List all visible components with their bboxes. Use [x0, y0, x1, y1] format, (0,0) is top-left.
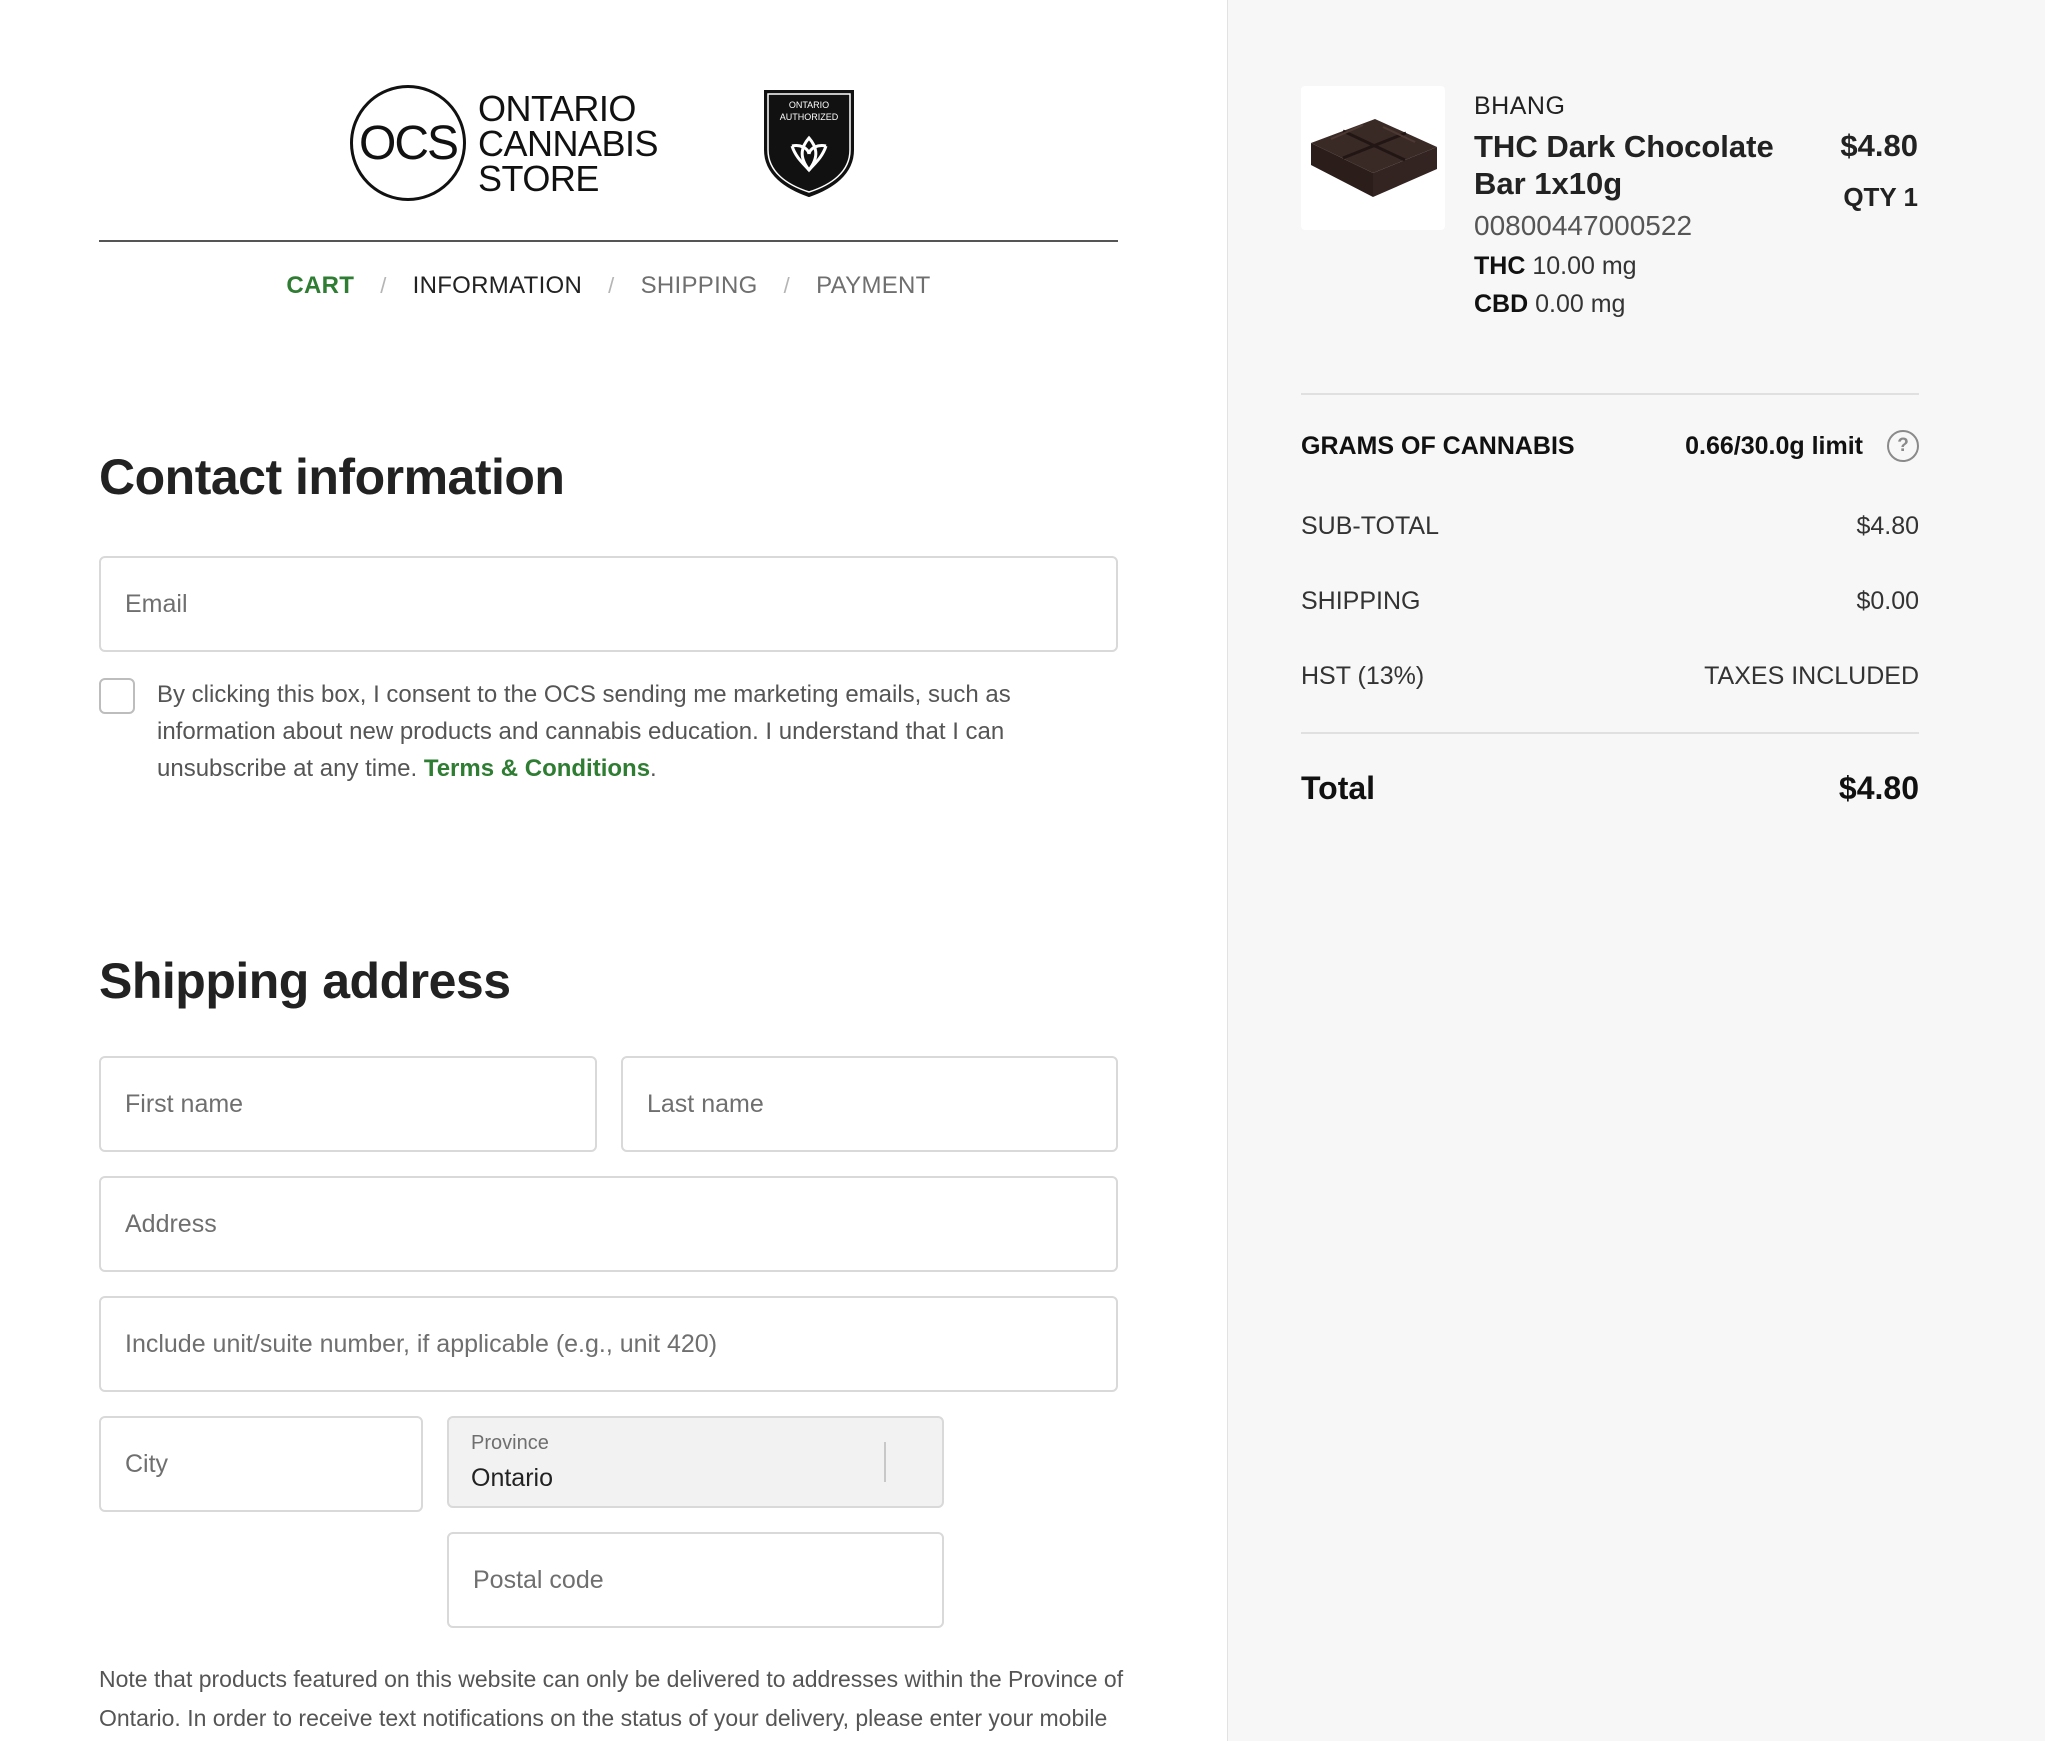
- checkout-form-column: OCS ONTARIO CANNABIS STORE ONTARIO AUTHO…: [0, 0, 1227, 1741]
- total-value: $4.80: [1838, 770, 1919, 806]
- product-price: $4.80: [1840, 128, 1918, 163]
- first-name-field[interactable]: [99, 1056, 597, 1152]
- product-brand: BHANG: [1474, 92, 1566, 120]
- ocs-logo-wordmark: ONTARIO CANNABIS STORE: [478, 87, 659, 199]
- province-value: Ontario: [471, 1464, 553, 1492]
- delivery-note: Note that products featured on this webs…: [99, 1666, 1124, 1731]
- ontario-authorized-badge: ONTARIO AUTHORIZED: [762, 88, 856, 198]
- hst-row: HST (13%) TAXES INCLUDED: [1301, 662, 1919, 691]
- logo-word-3: STORE: [478, 157, 599, 199]
- ocs-logo[interactable]: OCS ONTARIO CANNABIS STORE: [350, 84, 660, 202]
- first-name-input[interactable]: [125, 1089, 595, 1119]
- cbd-content: CBD 0.00 mg: [1474, 290, 1625, 319]
- total-row: Total $4.80: [1301, 770, 1919, 807]
- hst-label: HST (13%): [1301, 662, 1425, 690]
- product-image: [1301, 86, 1445, 230]
- grams-value: 0.66/30.0g limit: [1685, 431, 1863, 460]
- postal-code-input[interactable]: [473, 1565, 942, 1595]
- last-name-input[interactable]: [647, 1089, 1116, 1119]
- select-divider: [884, 1442, 886, 1482]
- logo-word-2: CANNABIS: [478, 122, 659, 164]
- shipping-row: SHIPPING $0.00: [1301, 587, 1919, 616]
- cbd-value: 0.00 mg: [1535, 290, 1626, 318]
- email-field[interactable]: [99, 556, 1118, 652]
- last-name-field[interactable]: [621, 1056, 1118, 1152]
- badge-line-2: AUTHORIZED: [780, 112, 839, 122]
- marketing-consent-checkbox[interactable]: [99, 678, 135, 714]
- consent-suffix: .: [650, 755, 657, 782]
- marketing-consent-text: By clicking this box, I consent to the O…: [157, 676, 1057, 787]
- grams-of-cannabis-row: GRAMS OF CANNABIS 0.66/30.0g limit ?: [1301, 430, 1919, 462]
- thc-content: THC 10.00 mg: [1474, 252, 1637, 281]
- product-quantity: QTY 1: [1843, 182, 1918, 212]
- terms-conditions-link[interactable]: Terms & Conditions: [424, 755, 650, 782]
- help-icon[interactable]: ?: [1887, 430, 1919, 462]
- order-summary-column: BHANG THC Dark Chocolate Bar 1x10g 00800…: [1227, 0, 2045, 1741]
- grams-limit: 0.66/30.0g limit ?: [1685, 430, 1919, 462]
- subtotal-label: SUB-TOTAL: [1301, 512, 1439, 540]
- breadcrumb-cart[interactable]: CART: [280, 272, 360, 300]
- breadcrumb-payment: PAYMENT: [816, 272, 931, 299]
- badge-line-1: ONTARIO: [789, 100, 829, 110]
- unit-input[interactable]: [125, 1329, 1116, 1359]
- breadcrumb-separator: /: [380, 273, 387, 298]
- unit-field[interactable]: [99, 1296, 1118, 1392]
- shipping-address-title: Shipping address: [99, 953, 511, 1009]
- thc-value: 10.00 mg: [1532, 252, 1637, 280]
- contact-information-title: Contact information: [99, 449, 565, 505]
- subtotal-row: SUB-TOTAL $4.80: [1301, 512, 1919, 541]
- breadcrumb-information: INFORMATION: [412, 272, 583, 299]
- breadcrumb-separator: /: [783, 273, 791, 298]
- city-input[interactable]: [125, 1449, 421, 1479]
- postal-code-field[interactable]: [447, 1532, 944, 1628]
- thc-label: THC: [1474, 252, 1526, 280]
- total-label: Total: [1301, 770, 1376, 806]
- logo-word-1: ONTARIO: [478, 87, 636, 129]
- city-field[interactable]: [99, 1416, 423, 1512]
- email-input[interactable]: [125, 589, 1116, 619]
- checkout-breadcrumb: CART / INFORMATION / SHIPPING / PAYMENT: [0, 272, 1217, 300]
- badge-shield-icon: ONTARIO AUTHORIZED: [764, 90, 854, 198]
- chocolate-bar-icon: [1311, 119, 1437, 197]
- province-select[interactable]: Province Ontario: [447, 1416, 944, 1508]
- shipping-value: $0.00: [1856, 587, 1919, 615]
- product-sku: 00800447000522: [1474, 210, 1693, 241]
- province-label: Province: [471, 1432, 549, 1454]
- ocs-logo-mark: OCS: [350, 85, 466, 201]
- header-divider: [99, 240, 1118, 242]
- address-field[interactable]: [99, 1176, 1118, 1272]
- summary-divider: [1301, 393, 1919, 395]
- address-input[interactable]: [125, 1209, 1116, 1239]
- subtotal-value: $4.80: [1856, 512, 1919, 540]
- shipping-label: SHIPPING: [1301, 587, 1421, 615]
- cbd-label: CBD: [1474, 290, 1529, 318]
- breadcrumb-separator: /: [608, 273, 615, 298]
- breadcrumb-shipping: SHIPPING: [640, 272, 758, 299]
- hst-value: TAXES INCLUDED: [1704, 662, 1919, 690]
- product-name[interactable]: THC Dark Chocolate Bar 1x10g: [1474, 128, 1804, 202]
- grams-label: GRAMS OF CANNABIS: [1301, 431, 1575, 460]
- total-divider: [1301, 732, 1919, 734]
